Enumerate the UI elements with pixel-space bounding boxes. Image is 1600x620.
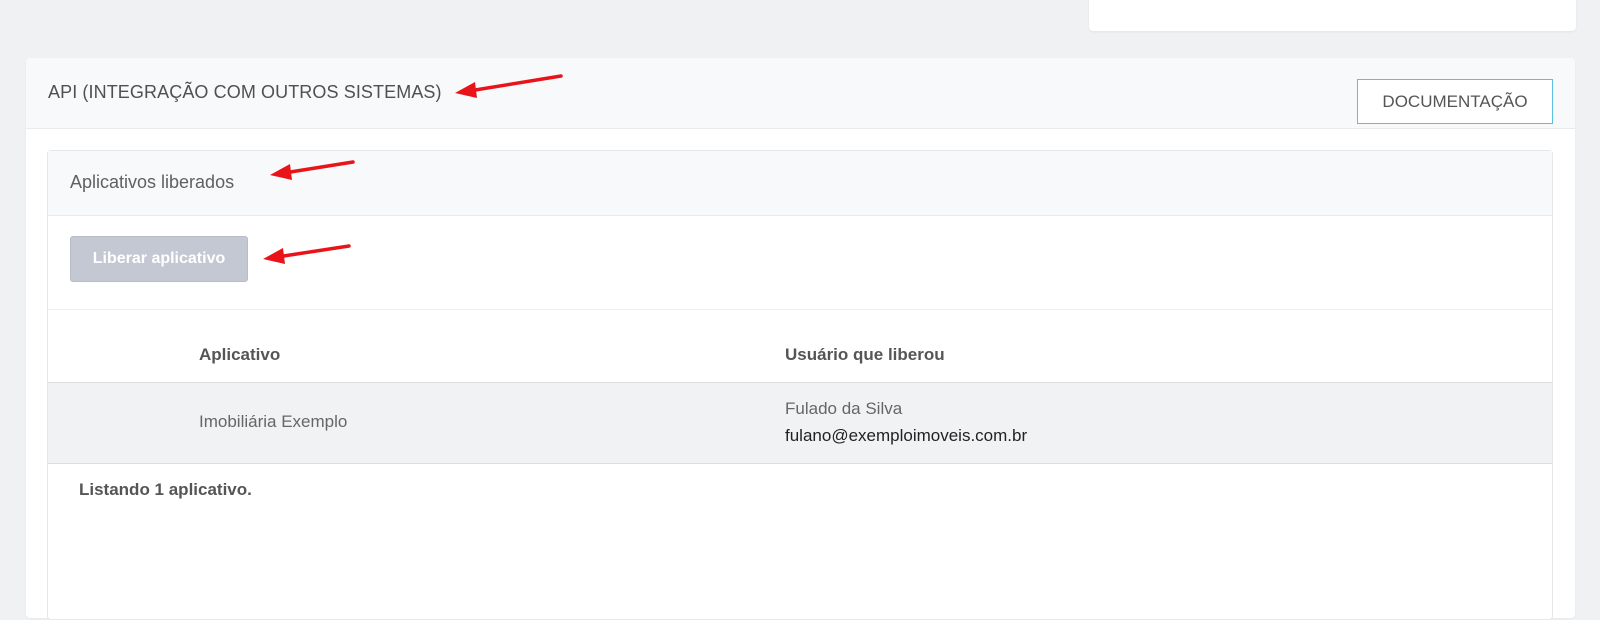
table-row[interactable]: Imobiliária Exemplo Fulado da Silva fula… [48,383,1552,464]
top-card [1089,0,1576,31]
api-panel-header: API (INTEGRAÇÃO COM OUTROS SISTEMAS) DOC… [26,58,1575,129]
column-header-app: Aplicativo [199,345,281,364]
red-arrow-icon [455,74,563,98]
api-panel: API (INTEGRAÇÃO COM OUTROS SISTEMAS) DOC… [26,58,1575,620]
apps-panel: Aplicativos liberados Liberar aplicativo… [47,150,1553,620]
red-arrow-icon [270,160,355,180]
user-name-cell: Fulado da Silva [785,399,903,418]
documentation-button[interactable]: DOCUMENTAÇÃO [1357,79,1553,124]
apps-panel-title: Aplicativos liberados [70,172,235,192]
api-panel-title: API (INTEGRAÇÃO COM OUTROS SISTEMAS) [48,82,442,102]
app-name-cell: Imobiliária Exemplo [199,412,348,431]
release-app-button[interactable]: Liberar aplicativo [70,236,248,282]
table-header: Aplicativo Usuário que liberou [48,310,1552,383]
red-arrow-icon [263,244,351,264]
user-email-cell: fulano@exemploimoveis.com.br [785,426,1028,445]
listing-count: Listando 1 aplicativo. [79,480,252,499]
column-header-user: Usuário que liberou [785,345,945,364]
